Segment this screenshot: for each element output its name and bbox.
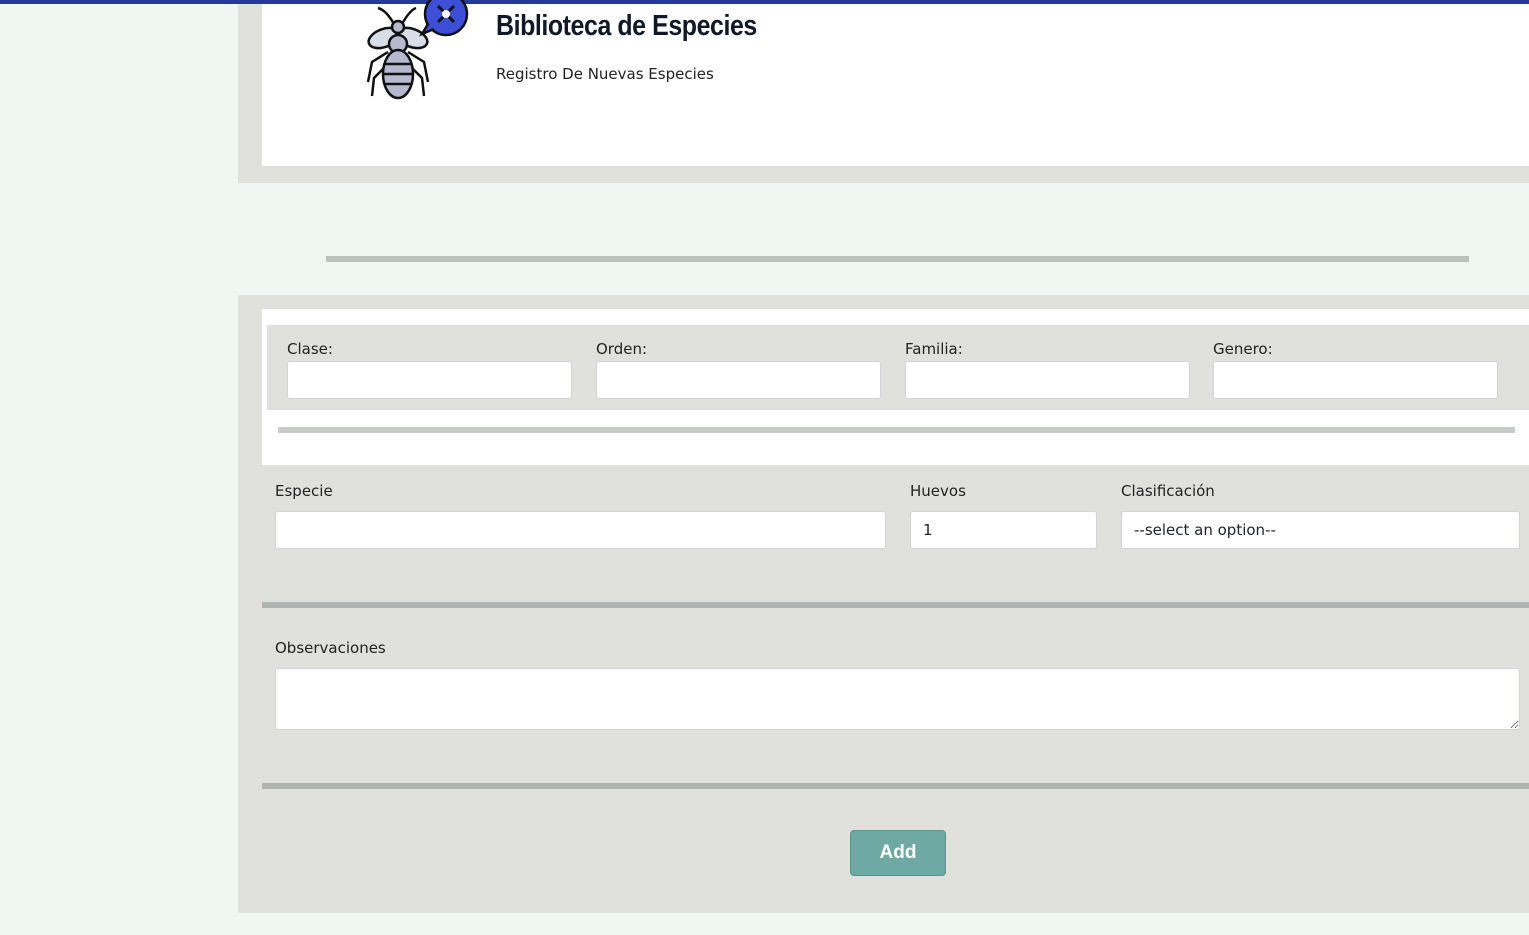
- species-form: Clase: Orden: Familia: Genero: Especie H…: [238, 295, 1529, 913]
- clase-label: Clase:: [287, 340, 333, 358]
- observaciones-textarea[interactable]: [275, 668, 1520, 730]
- section-divider: [326, 256, 1469, 262]
- orden-input[interactable]: [596, 361, 881, 399]
- familia-label: Familia:: [905, 340, 963, 358]
- insect-logo-icon: [366, 0, 469, 100]
- section-divider: [262, 783, 1529, 789]
- header-card: Biblioteca de Especies Registro De Nueva…: [262, 0, 1529, 166]
- header-section: Biblioteca de Especies Registro De Nueva…: [238, 0, 1529, 183]
- section-divider: [262, 602, 1529, 608]
- taxonomy-divider: [278, 427, 1515, 433]
- add-button[interactable]: Add: [850, 830, 946, 876]
- huevos-input[interactable]: [910, 511, 1097, 549]
- taxonomy-card: Clase: Orden: Familia: Genero:: [262, 309, 1529, 465]
- page-title: Biblioteca de Especies: [496, 10, 757, 42]
- clasificacion-select[interactable]: --select an option--: [1121, 511, 1520, 549]
- page-subtitle: Registro De Nuevas Especies: [496, 65, 714, 83]
- taxonomy-row: Clase: Orden: Familia: Genero:: [267, 325, 1529, 410]
- observaciones-label: Observaciones: [275, 639, 386, 657]
- clasificacion-label: Clasificación: [1121, 482, 1215, 500]
- clase-input[interactable]: [287, 361, 572, 399]
- genero-label: Genero:: [1213, 340, 1273, 358]
- huevos-label: Huevos: [910, 482, 966, 500]
- orden-label: Orden:: [596, 340, 648, 358]
- genero-input[interactable]: [1213, 361, 1498, 399]
- especie-input[interactable]: [275, 511, 886, 549]
- especie-label: Especie: [275, 482, 333, 500]
- familia-input[interactable]: [905, 361, 1190, 399]
